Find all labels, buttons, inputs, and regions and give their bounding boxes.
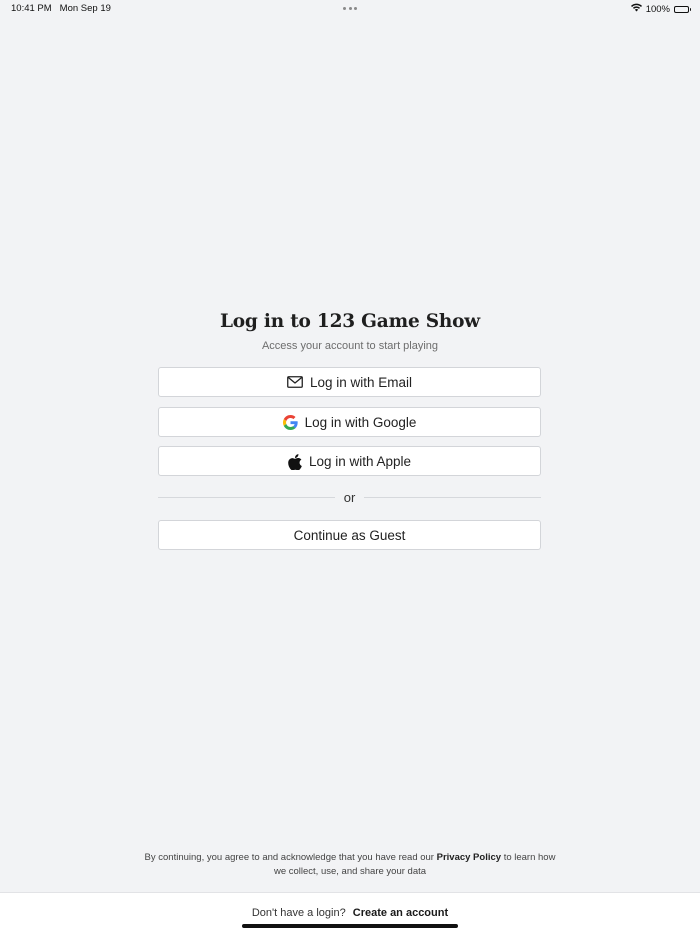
divider-line-left: [158, 497, 335, 498]
wifi-icon: [630, 3, 642, 15]
privacy-policy-link[interactable]: Privacy Policy: [437, 852, 501, 863]
login-google-button[interactable]: Log in with Google: [158, 407, 541, 437]
apple-logo-icon: [288, 453, 302, 470]
login-apple-label: Log in with Apple: [308, 453, 412, 469]
signup-prompt: Don't have a login?: [251, 907, 346, 919]
footer-signup: Don't have a login? Create an account: [0, 907, 700, 919]
status-date: Mon Sep 19: [59, 3, 111, 14]
divider-label: or: [343, 490, 356, 505]
login-google-label: Log in with Google: [304, 414, 417, 430]
login-apple-button[interactable]: Log in with Apple: [158, 446, 541, 476]
divider-line-right: [364, 497, 541, 498]
home-indicator[interactable]: [242, 924, 458, 928]
legal-prefix: By continuing, you agree to and acknowle…: [144, 852, 434, 863]
legal-notice: By continuing, you agree to and acknowle…: [140, 851, 560, 879]
login-email-button[interactable]: Log in with Email: [158, 367, 541, 397]
continue-as-guest-button[interactable]: Continue as Guest: [158, 520, 541, 550]
more-dots-icon[interactable]: [343, 4, 357, 10]
battery-icon: [674, 5, 691, 13]
status-time: 10:41 PM: [11, 3, 52, 14]
page-subtitle: Access your account to start playing: [261, 340, 439, 352]
or-divider: or: [158, 490, 541, 505]
status-time-date: 10:41 PM Mon Sep 19: [11, 3, 111, 14]
create-account-link[interactable]: Create an account: [353, 907, 448, 919]
footer-bar: Don't have a login? Create an account: [0, 892, 700, 934]
status-indicators: 100%: [630, 3, 691, 15]
battery-percent: 100%: [645, 3, 670, 15]
login-email-label: Log in with Email: [309, 374, 413, 390]
envelope-icon: [287, 376, 303, 388]
page-title: Log in to 123 Game Show: [219, 311, 481, 332]
guest-label: Continue as Guest: [293, 527, 406, 543]
status-bar: 10:41 PM Mon Sep 19 100%: [0, 0, 700, 18]
google-logo-icon: [282, 414, 298, 430]
